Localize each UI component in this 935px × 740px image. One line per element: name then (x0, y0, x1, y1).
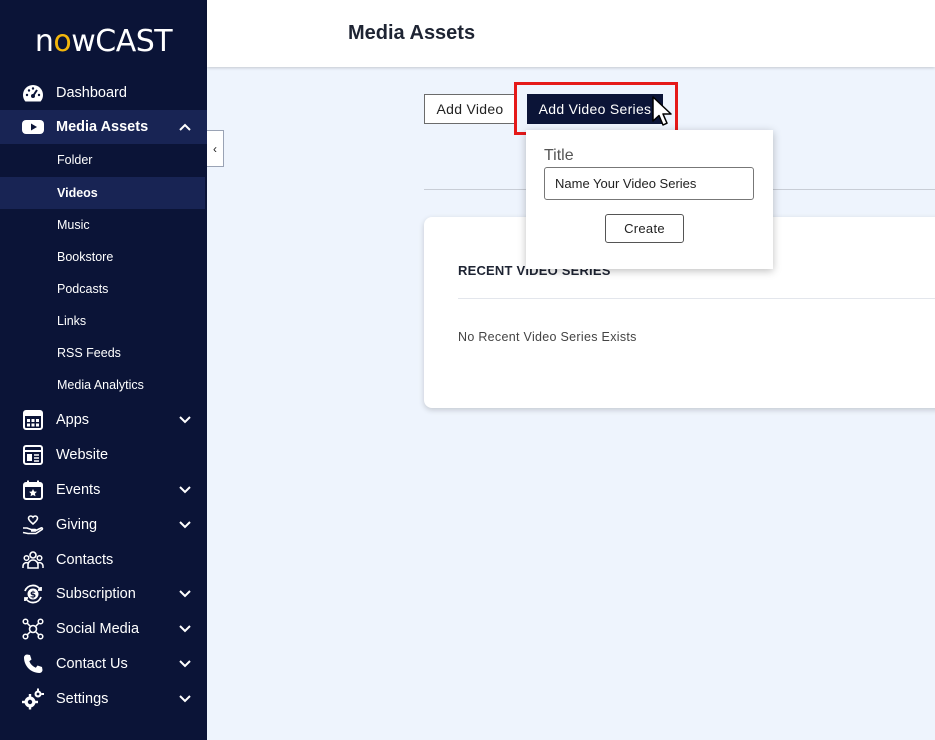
page-title: Media Assets (348, 22, 476, 44)
sidebar-subitem-label: Links (57, 314, 87, 328)
website-icon (22, 444, 44, 466)
sidebar-subitem-music[interactable]: Music (0, 209, 205, 241)
chevron-down-icon (179, 625, 191, 633)
network-icon (22, 618, 44, 640)
sidebar-item-contacts[interactable]: Contacts (0, 543, 207, 577)
sidebar-subitem-links[interactable]: Links (0, 305, 205, 337)
sidebar-item-giving[interactable]: Giving (0, 508, 207, 542)
chevron-down-icon (179, 416, 191, 424)
sidebar-item-label: Settings (56, 691, 109, 707)
sidebar-subitem-label: Media Analytics (57, 378, 144, 392)
hand-heart-icon (22, 514, 44, 536)
phone-icon (22, 653, 44, 675)
sidebar-item-apps[interactable]: Apps (0, 403, 207, 437)
sidebar-item-label: Subscription (56, 586, 136, 602)
sidebar-subitem-label: RSS Feeds (57, 346, 121, 360)
add-video-button[interactable]: Add Video (424, 94, 516, 124)
chevron-up-icon (179, 123, 191, 131)
chevron-down-icon (179, 521, 191, 529)
add-video-series-button[interactable]: Add Video Series (527, 94, 663, 124)
chevron-down-icon (179, 660, 191, 668)
mouse-cursor-icon (652, 96, 672, 126)
gear-icon (22, 688, 44, 710)
chevron-down-icon (179, 695, 191, 703)
dollar-cycle-icon: $ (22, 583, 44, 605)
sidebar-item-label: Website (56, 447, 109, 463)
sidebar-item-dashboard[interactable]: Dashboard (0, 76, 207, 110)
sidebar-item-label: Contacts (56, 552, 114, 568)
sidebar-item-subscription[interactable]: $ Subscription (0, 577, 207, 611)
add-video-series-popover: Title Create (526, 130, 773, 269)
sidebar-item-label: Contact Us (56, 656, 128, 672)
people-icon (22, 549, 44, 571)
card-divider (458, 298, 935, 299)
sidebar-item-label: Events (56, 482, 101, 498)
sidebar-subitem-folder[interactable]: Folder (0, 144, 205, 176)
empty-state-text: No Recent Video Series Exists (458, 330, 637, 344)
sidebar-subitem-bookstore[interactable]: Bookstore (0, 241, 205, 273)
play-icon (22, 116, 44, 138)
sidebar-subitem-label: Bookstore (57, 250, 114, 264)
sidebar-collapse-button[interactable]: ‹ (207, 130, 224, 167)
sidebar-subitem-label: Music (57, 218, 90, 232)
sidebar-item-label: Social Media (56, 621, 140, 637)
page-header: Media Assets (207, 0, 935, 67)
chevron-left-icon: ‹ (213, 141, 217, 156)
sidebar-subitem-label: Podcasts (57, 282, 109, 296)
sidebar-item-social-media[interactable]: Social Media (0, 612, 207, 646)
sidebar-item-label: Giving (56, 517, 98, 533)
sidebar-item-label: Apps (56, 412, 90, 428)
sidebar-item-label: Dashboard (56, 85, 127, 101)
sidebar-subitem-media-analytics[interactable]: Media Analytics (0, 369, 205, 401)
sidebar-item-events[interactable]: Events (0, 473, 207, 507)
sidebar-item-label: Media Assets (56, 119, 149, 135)
sidebar-subitem-rss-feeds[interactable]: RSS Feeds (0, 337, 205, 369)
create-button[interactable]: Create (605, 214, 684, 243)
calendar-star-icon (22, 479, 44, 501)
gauge-icon (22, 82, 44, 104)
sidebar-subitem-podcasts[interactable]: Podcasts (0, 273, 205, 305)
sidebar-item-contact-us[interactable]: Contact Us (0, 647, 207, 681)
sidebar-item-media-assets[interactable]: Media Assets (0, 110, 207, 144)
sidebar-item-website[interactable]: Website (0, 438, 207, 472)
chevron-down-icon (179, 590, 191, 598)
sidebar-item-settings[interactable]: Settings (0, 682, 207, 716)
svg-text:$: $ (30, 591, 36, 601)
sidebar-subitem-label: Folder (57, 153, 93, 167)
title-label: Title (544, 147, 574, 164)
sidebar-subitem-label: Videos (57, 186, 98, 200)
sidebar-subitem-videos[interactable]: Videos (0, 177, 205, 209)
sidebar: nowCAST Dashboard Media Assets Folder Vi… (0, 0, 207, 740)
chevron-down-icon (179, 486, 191, 494)
apps-icon (22, 409, 44, 431)
title-input[interactable] (544, 167, 754, 200)
nowcast-logo[interactable]: nowCAST (0, 0, 207, 82)
